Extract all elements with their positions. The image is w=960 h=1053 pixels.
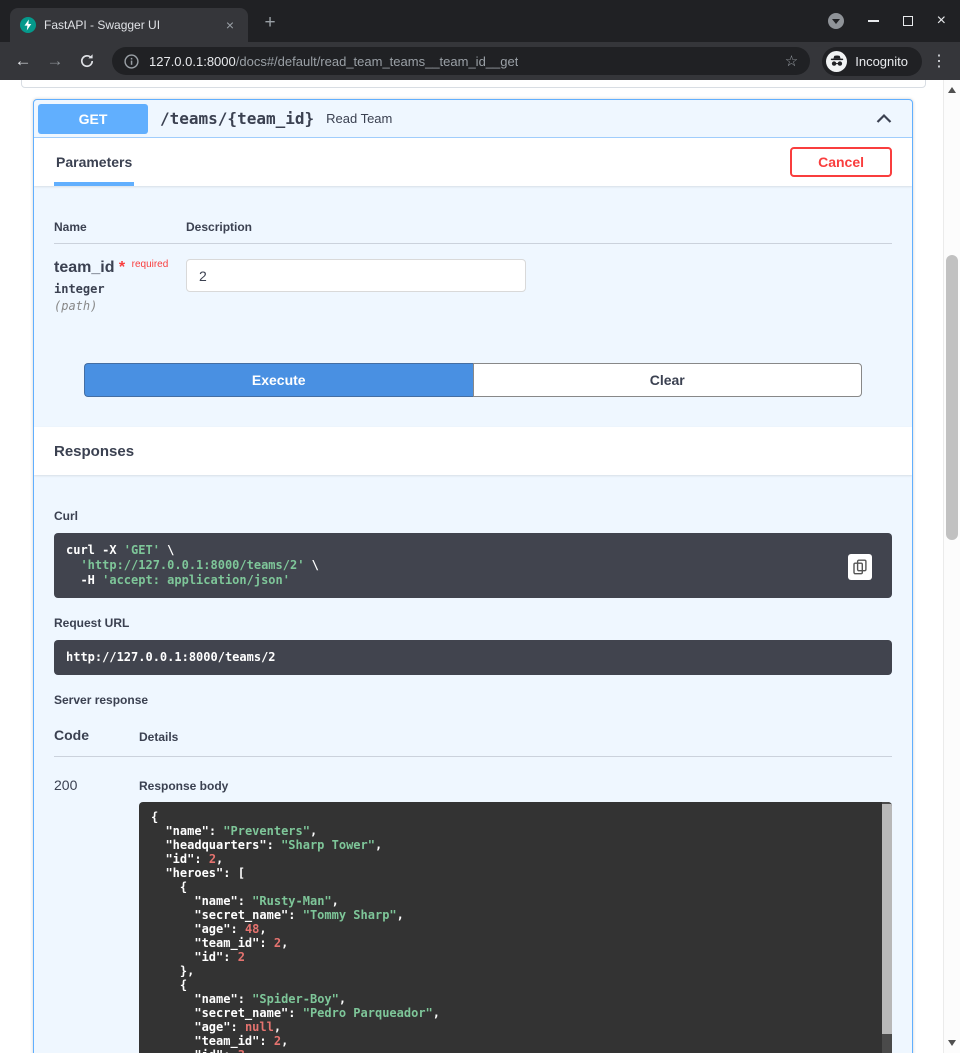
parameters-header: Parameters Cancel bbox=[34, 138, 912, 186]
parameter-description-cell bbox=[186, 244, 892, 313]
fastapi-favicon-icon bbox=[20, 17, 36, 33]
menu-kebab-button[interactable]: ⋮ bbox=[928, 51, 950, 71]
column-header-details: Details bbox=[139, 717, 892, 757]
bookmark-star-icon[interactable]: ☆ bbox=[785, 52, 798, 70]
url-host: 127.0.0.1:8000 bbox=[149, 54, 236, 69]
scroll-up-button[interactable] bbox=[944, 82, 960, 98]
browser-titlebar: FastAPI - Swagger UI × + × bbox=[0, 0, 960, 42]
required-star: * bbox=[119, 259, 125, 276]
window-close-button[interactable]: × bbox=[937, 13, 946, 29]
method-badge: GET bbox=[38, 104, 148, 134]
request-url-block: http://127.0.0.1:8000/teams/2 bbox=[54, 640, 892, 675]
request-url-label: Request URL bbox=[54, 616, 892, 630]
cancel-button[interactable]: Cancel bbox=[790, 147, 892, 177]
parameter-type: integer bbox=[54, 282, 186, 296]
collapse-button[interactable] bbox=[874, 109, 894, 129]
browser-tab[interactable]: FastAPI - Swagger UI × bbox=[10, 8, 248, 42]
responses-header: Responses bbox=[34, 427, 912, 475]
server-response-label: Server response bbox=[54, 693, 892, 707]
search-tabs-icon[interactable] bbox=[828, 13, 844, 29]
responses-body: Curl curl -X 'GET' \ 'http://127.0.0.1:8… bbox=[34, 475, 912, 1053]
operation-block: GET /teams/{team_id} Read Team Parameter… bbox=[33, 99, 913, 1053]
response-body-block: { "name": "Preventers", "headquarters": … bbox=[139, 802, 892, 1053]
response-details-cell: Response body { "name": "Preventers", "h… bbox=[139, 757, 892, 1053]
incognito-label: Incognito bbox=[855, 54, 908, 69]
chevron-down-icon bbox=[832, 19, 840, 24]
tab-close-icon[interactable]: × bbox=[222, 17, 238, 33]
column-header-name: Name bbox=[54, 208, 186, 244]
execute-button[interactable]: Execute bbox=[84, 363, 473, 397]
copy-icon bbox=[853, 559, 867, 575]
triangle-up-icon bbox=[948, 87, 956, 93]
reload-button[interactable] bbox=[74, 48, 100, 74]
column-header-description: Description bbox=[186, 208, 892, 244]
server-response-table: Code Details 200 Response body { "name":… bbox=[54, 717, 892, 1053]
responses-title: Responses bbox=[54, 443, 134, 460]
column-header-code: Code bbox=[54, 717, 139, 757]
status-code: 200 bbox=[54, 757, 139, 1053]
url-path: /docs#/default/read_team_teams__team_id_… bbox=[236, 54, 519, 69]
execute-row: Execute Clear bbox=[84, 363, 862, 397]
maximize-icon bbox=[903, 16, 913, 26]
team-id-input[interactable] bbox=[186, 259, 526, 292]
response-scrollbar-track[interactable] bbox=[882, 802, 892, 1053]
parameter-name-cell: team_id * required integer (path) bbox=[54, 244, 186, 313]
browser-navbar: ← → 127.0.0.1:8000/docs#/default/read_te… bbox=[0, 42, 960, 80]
tab-title: FastAPI - Swagger UI bbox=[44, 18, 214, 32]
url-bar[interactable]: 127.0.0.1:8000/docs#/default/read_team_t… bbox=[112, 47, 810, 75]
page-scrollbar-thumb[interactable] bbox=[946, 255, 958, 540]
minimize-button[interactable] bbox=[868, 20, 879, 22]
maximize-button[interactable] bbox=[903, 16, 913, 26]
back-button[interactable]: ← bbox=[10, 48, 36, 74]
parameters-table: Name Description team_id * required inte… bbox=[34, 186, 912, 397]
copy-button[interactable] bbox=[848, 554, 872, 580]
curl-command-block: curl -X 'GET' \ 'http://127.0.0.1:8000/t… bbox=[54, 533, 892, 598]
forward-button[interactable]: → bbox=[42, 48, 68, 74]
response-scrollbar-thumb[interactable] bbox=[882, 804, 892, 1034]
scroll-down-button[interactable] bbox=[944, 1035, 960, 1051]
previous-section-edge bbox=[21, 80, 926, 88]
operation-summary[interactable]: GET /teams/{team_id} Read Team bbox=[34, 100, 912, 138]
incognito-icon bbox=[826, 51, 847, 72]
page-scrollbar[interactable] bbox=[943, 80, 960, 1053]
tab-parameters[interactable]: Parameters bbox=[54, 138, 134, 186]
curl-label: Curl bbox=[54, 509, 892, 523]
parameter-name: team_id bbox=[54, 259, 114, 276]
minimize-icon bbox=[868, 20, 879, 22]
response-body-label: Response body bbox=[139, 779, 892, 793]
chevron-up-icon bbox=[874, 109, 894, 129]
incognito-badge: Incognito bbox=[822, 47, 922, 76]
operation-description: Read Team bbox=[326, 111, 392, 126]
page-content: GET /teams/{team_id} Read Team Parameter… bbox=[0, 80, 960, 1053]
new-tab-button[interactable]: + bbox=[260, 12, 280, 34]
site-info-icon[interactable] bbox=[124, 54, 139, 69]
clear-button[interactable]: Clear bbox=[473, 363, 863, 397]
triangle-down-icon bbox=[948, 1040, 956, 1046]
required-label: required bbox=[132, 259, 169, 270]
parameter-location: (path) bbox=[54, 299, 186, 313]
operation-path: /teams/{team_id} bbox=[160, 109, 314, 128]
